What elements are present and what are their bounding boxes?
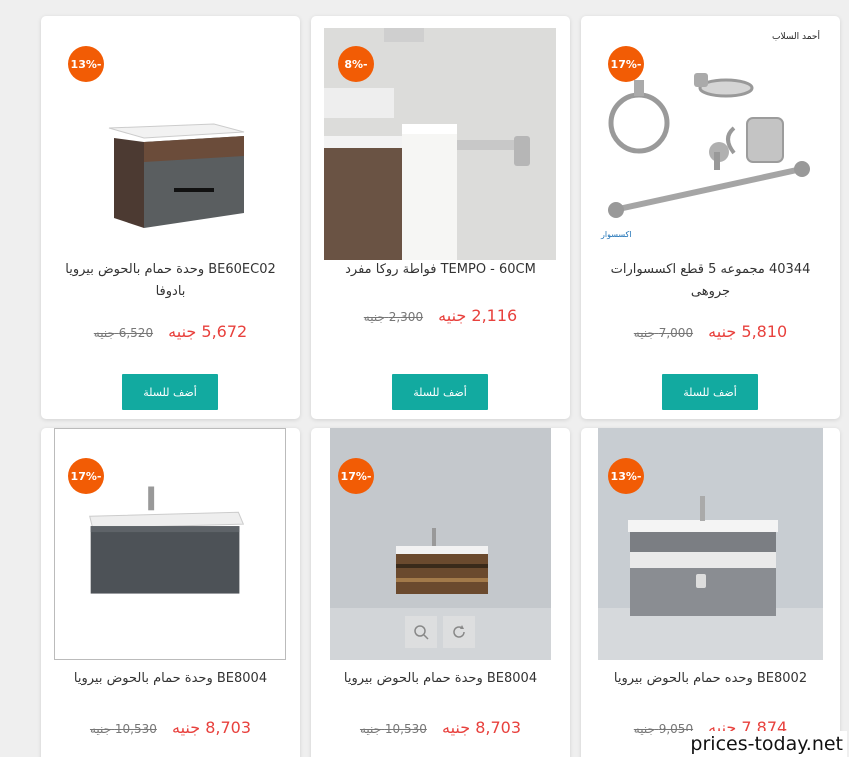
brand-logo: أحمد السلاب bbox=[772, 32, 820, 42]
add-to-cart-button[interactable]: أضف للسلة bbox=[122, 374, 218, 410]
price-row: 5,672 جنيه 6,520 جنيه bbox=[41, 322, 300, 341]
product-title[interactable]: BE8004 وحدة حمام بالحوض بيرويا bbox=[56, 668, 285, 690]
current-price: 5,810 جنيه bbox=[708, 322, 788, 341]
discount-badge: 17%- bbox=[608, 46, 644, 82]
discount-badge: 13%- bbox=[68, 46, 104, 82]
price-row: 8,703 جنيه 10,530 جنيه bbox=[311, 718, 570, 737]
product-card[interactable]: 13%- BE8002 وحده حمام بالحوض بيرويا 7,87… bbox=[581, 428, 840, 757]
add-to-cart-button[interactable]: أضف للسلة bbox=[392, 374, 488, 410]
add-to-cart-button[interactable]: أضف للسلة bbox=[662, 374, 758, 410]
product-card[interactable]: 13%- BE60EC02 وحدة حمام بالحوض بيرويا با… bbox=[41, 16, 300, 419]
current-price: 2,116 جنيه bbox=[438, 306, 518, 325]
product-card[interactable]: أحمد السلاب اكسسوار 17%- 40344 مجموعه 5 … bbox=[581, 16, 840, 419]
product-title[interactable]: BE8002 وحده حمام بالحوض بيرويا bbox=[596, 668, 825, 690]
current-price: 8,703 جنيه bbox=[171, 718, 252, 737]
old-price: 9,050 جنيه bbox=[633, 722, 694, 736]
price-row: 8,703 جنيه 10,530 جنيه bbox=[41, 718, 300, 737]
product-card[interactable]: 17%- BE8004 وحدة حمام بالحوض بيرويا 8,70… bbox=[41, 428, 300, 757]
product-title[interactable]: TEMPO - 60CM فواطة روكا مفرد bbox=[326, 259, 555, 281]
compare-button[interactable] bbox=[443, 616, 475, 648]
old-price: 10,530 جنيه bbox=[89, 722, 157, 736]
discount-badge: 13%- bbox=[608, 458, 644, 494]
discount-badge: 17%- bbox=[338, 458, 374, 494]
old-price: 10,530 جنيه bbox=[359, 722, 427, 736]
old-price: 2,300 جنيه bbox=[363, 310, 424, 324]
discount-badge: 8%- bbox=[338, 46, 374, 82]
refresh-icon bbox=[453, 625, 465, 638]
product-card[interactable]: 8%- TEMPO - 60CM فواطة روكا مفرد 2,116 ج… bbox=[311, 16, 570, 419]
site-watermark: prices-today.net bbox=[686, 731, 847, 757]
old-price: 7,000 جنيه bbox=[633, 326, 694, 340]
current-price: 8,703 جنيه bbox=[441, 718, 522, 737]
price-row: 5,810 جنيه 7,000 جنيه bbox=[581, 322, 840, 341]
price-row: 2,116 جنيه 2,300 جنيه bbox=[311, 306, 570, 325]
current-price: 5,672 جنيه bbox=[168, 322, 248, 341]
brand-sub-logo: اكسسوار bbox=[601, 230, 632, 239]
product-title[interactable]: 40344 مجموعه 5 قطع اكسسوارات جروهى bbox=[596, 259, 825, 303]
quick-view-button[interactable] bbox=[405, 616, 437, 648]
search-icon bbox=[414, 625, 429, 640]
product-title[interactable]: BE60EC02 وحدة حمام بالحوض بيرويا بادوفا bbox=[56, 259, 285, 303]
old-price: 6,520 جنيه bbox=[93, 326, 154, 340]
product-card[interactable]: 17%- BE8004 وحدة حمام بالحوض بيرويا 8,70… bbox=[311, 428, 570, 757]
discount-badge: 17%- bbox=[68, 458, 104, 494]
product-title[interactable]: BE8004 وحدة حمام بالحوض بيرويا bbox=[326, 668, 555, 690]
